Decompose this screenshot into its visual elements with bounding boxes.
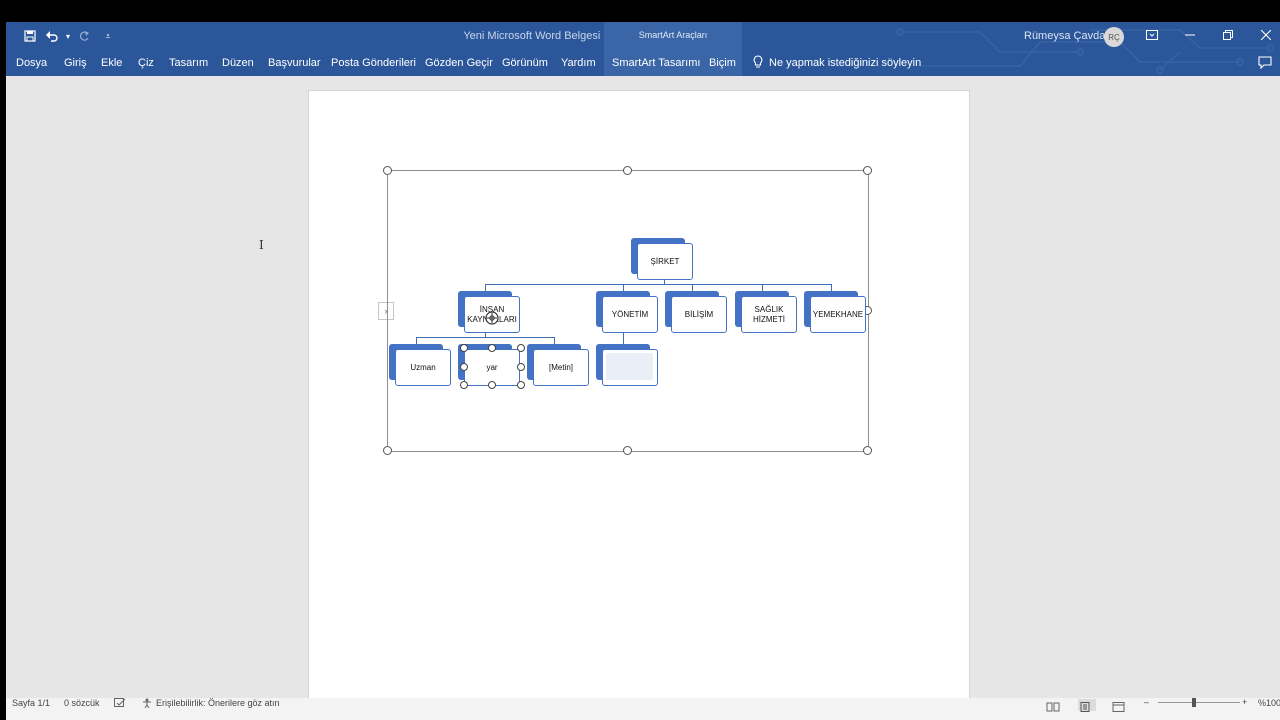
undo-dropdown-icon[interactable]: ▾ bbox=[60, 28, 76, 44]
selection-handle[interactable] bbox=[488, 381, 496, 389]
tab-ekle[interactable]: Ekle bbox=[101, 57, 122, 69]
save-icon[interactable] bbox=[22, 28, 38, 44]
org-node-bilisim[interactable]: BİLİŞİM bbox=[665, 291, 727, 333]
node-label: Uzman bbox=[395, 349, 451, 386]
resize-handle[interactable] bbox=[863, 446, 872, 455]
tab-duzen[interactable]: Düzen bbox=[222, 57, 254, 69]
tell-me-search[interactable]: Ne yapmak istediğinizi söyleyin bbox=[753, 55, 921, 71]
org-node-root[interactable]: ŞİRKET bbox=[631, 238, 693, 280]
minimize-icon[interactable] bbox=[1180, 26, 1200, 44]
comment-icon[interactable] bbox=[1258, 56, 1272, 70]
selection-handle[interactable] bbox=[488, 344, 496, 352]
tab-posta-gonderileri[interactable]: Posta Gönderileri bbox=[331, 57, 416, 69]
print-layout-icon[interactable] bbox=[1078, 699, 1096, 712]
smartart-frame[interactable]: ŞİRKET İNSAN KAYNAKLARI YÖNETİM BİLİŞİM … bbox=[383, 166, 872, 455]
node-label: BİLİŞİM bbox=[671, 296, 727, 333]
redo-icon bbox=[76, 28, 92, 44]
tab-dosya[interactable]: Dosya bbox=[16, 57, 47, 69]
user-name[interactable]: Rümeysa Çavdar bbox=[1024, 30, 1109, 42]
selection-handle[interactable] bbox=[517, 363, 525, 371]
selection-handle[interactable] bbox=[517, 344, 525, 352]
zoom-level[interactable]: %100 bbox=[1258, 698, 1280, 708]
word-count[interactable]: 0 sözcük bbox=[64, 698, 100, 708]
word-window: ▾ ⩡ Yeni Microsoft Word Belgesi (6) - Wo… bbox=[6, 22, 1280, 720]
node-label: [Metin] bbox=[533, 349, 589, 386]
node-label: YEMEKHANE bbox=[810, 296, 866, 333]
ribbon-display-icon[interactable] bbox=[1142, 26, 1162, 44]
contextual-group-label: SmartArt Araçları bbox=[638, 30, 708, 40]
connector bbox=[485, 284, 832, 285]
org-node-metin[interactable]: [Metin] bbox=[527, 344, 589, 386]
zoom-out-button[interactable]: – bbox=[1144, 697, 1149, 707]
org-node-yemekhane[interactable]: YEMEKHANE bbox=[804, 291, 866, 333]
resize-handle[interactable] bbox=[623, 446, 632, 455]
node-fill bbox=[606, 353, 653, 380]
zoom-in-button[interactable]: + bbox=[1242, 697, 1247, 707]
tab-gorunum[interactable]: Görünüm bbox=[502, 57, 548, 69]
move-icon bbox=[485, 311, 499, 325]
resize-handle[interactable] bbox=[623, 166, 632, 175]
accessibility-status[interactable]: Erişilebilirlik: Önerilere göz atın bbox=[156, 698, 280, 708]
avatar[interactable]: RÇ bbox=[1104, 27, 1124, 47]
connector bbox=[623, 331, 624, 345]
tab-ciz[interactable]: Çiz bbox=[138, 57, 154, 69]
org-node-insan-kaynaklari[interactable]: İNSAN KAYNAKLARI bbox=[458, 291, 520, 333]
tab-smartart-tasarimi[interactable]: SmartArt Tasarımı bbox=[612, 57, 700, 69]
tab-giris[interactable]: Giriş bbox=[64, 57, 87, 69]
zoom-slider-thumb[interactable] bbox=[1192, 698, 1196, 707]
org-node-yonetim[interactable]: YÖNETİM bbox=[596, 291, 658, 333]
org-node-saglik-hizmeti[interactable]: SAĞLIK HİZMETİ bbox=[735, 291, 797, 333]
page-count[interactable]: Sayfa 1/1 bbox=[12, 698, 50, 708]
node-label: ŞİRKET bbox=[637, 243, 693, 280]
proofing-icon[interactable] bbox=[114, 698, 126, 710]
tab-basvurular[interactable]: Başvurular bbox=[268, 57, 321, 69]
text-cursor-icon: I bbox=[259, 238, 264, 252]
close-icon[interactable] bbox=[1256, 26, 1276, 44]
web-layout-icon[interactable] bbox=[1112, 699, 1130, 712]
tab-gozden-gecir[interactable]: Gözden Geçir bbox=[425, 57, 493, 69]
zoom-slider[interactable] bbox=[1158, 702, 1240, 703]
org-node-uzman[interactable]: Uzman bbox=[389, 344, 451, 386]
customize-icon[interactable]: ⩡ bbox=[100, 28, 116, 44]
org-node-empty[interactable] bbox=[596, 344, 658, 386]
node-label: SAĞLIK HİZMETİ bbox=[741, 296, 797, 333]
restore-icon[interactable] bbox=[1218, 26, 1238, 44]
selection-handle[interactable] bbox=[517, 381, 525, 389]
lightbulb-icon bbox=[753, 55, 763, 71]
resize-handle[interactable] bbox=[863, 166, 872, 175]
tab-yardim[interactable]: Yardım bbox=[561, 57, 596, 69]
read-mode-icon[interactable] bbox=[1046, 699, 1064, 712]
tab-tasarim[interactable]: Tasarım bbox=[169, 57, 208, 69]
resize-handle[interactable] bbox=[383, 166, 392, 175]
undo-icon[interactable] bbox=[44, 28, 60, 44]
accessibility-icon[interactable] bbox=[142, 698, 153, 710]
title-bar: ▾ ⩡ Yeni Microsoft Word Belgesi (6) - Wo… bbox=[6, 22, 1280, 76]
selection-handle[interactable] bbox=[460, 363, 468, 371]
resize-handle[interactable] bbox=[383, 446, 392, 455]
tell-me-label: Ne yapmak istediğinizi söyleyin bbox=[769, 57, 922, 69]
status-bar: Sayfa 1/1 0 sözcük Erişilebilirlik: Öner… bbox=[6, 697, 1280, 720]
selection-handle[interactable] bbox=[460, 344, 468, 352]
node-label: YÖNETİM bbox=[602, 296, 658, 333]
connector bbox=[416, 337, 554, 338]
tab-bicim[interactable]: Biçim bbox=[709, 57, 736, 69]
selection-handle[interactable] bbox=[460, 381, 468, 389]
